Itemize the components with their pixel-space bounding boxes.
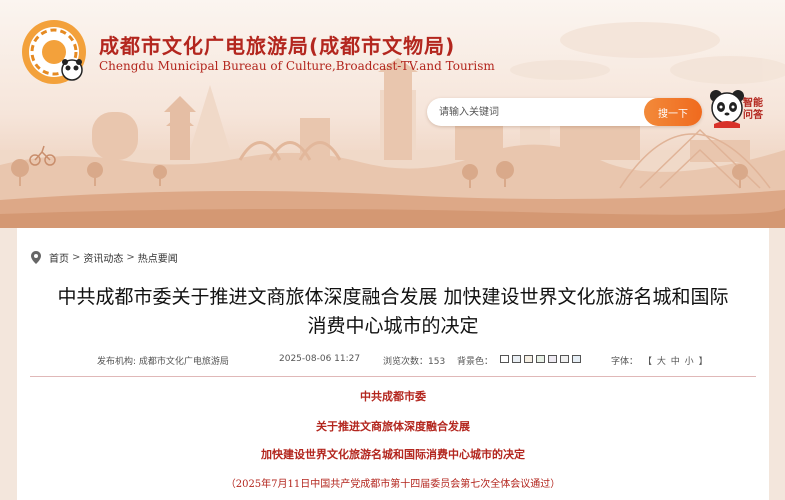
- bg-swatch[interactable]: [524, 355, 533, 363]
- breadcrumb-separator: >: [72, 251, 81, 263]
- bg-swatch[interactable]: [536, 355, 545, 363]
- font-size-control: 【 大 中 小 】: [642, 354, 709, 367]
- breadcrumb-news[interactable]: 资讯动态: [83, 250, 123, 265]
- body-heading-decision: 加快建设世界文化旅游名城和国际消费中心城市的决定: [261, 448, 525, 461]
- body-heading-topic: 关于推进文商旅体深度融合发展: [316, 420, 470, 433]
- article-panel: 首页 > 资讯动态 > 热点要闻 中共成都市委关于推进文商旅体深度融合发展 加快…: [17, 228, 769, 500]
- bg-swatch[interactable]: [560, 355, 569, 363]
- article-title: 中共成都市委关于推进文商旅体深度融合发展 加快建设世界文化旅游名城和国际消费中心…: [57, 286, 729, 337]
- search-button[interactable]: 搜一下: [644, 98, 702, 126]
- font-small-button[interactable]: 小: [685, 357, 694, 367]
- header-banner: 成都市文化广电旅游局(成都市文物局) Chengdu Municipal Bur…: [0, 0, 785, 228]
- publish-date: 2025-08-06 11:27: [279, 354, 361, 364]
- font-medium-button[interactable]: 中: [671, 357, 680, 367]
- breadcrumb-separator: >: [126, 251, 135, 263]
- bg-color-swatches: [500, 355, 581, 363]
- meta-divider: [30, 376, 756, 377]
- font-size-label: 字体：: [611, 357, 639, 367]
- publisher: 发布机构: 成都市文化广电旅游局: [97, 357, 229, 367]
- breadcrumb: 首页 > 资讯动态 > 热点要闻: [31, 250, 178, 265]
- bg-swatch[interactable]: [548, 355, 557, 363]
- article-meta: 发布机构: 成都市文化广电旅游局 2025-08-06 11:27 浏览次数：1…: [17, 352, 769, 368]
- bureau-logo: [22, 20, 86, 84]
- bg-swatch[interactable]: [572, 355, 581, 363]
- font-large-button[interactable]: 大: [657, 357, 666, 367]
- bg-color-label: 背景色：: [457, 357, 494, 367]
- font-bracket-open: 【: [643, 357, 653, 367]
- site-title: 成都市文化广电旅游局(成都市文物局): [99, 34, 456, 58]
- search-box: 搜一下: [427, 98, 702, 126]
- smart-qa-label: 智能问答: [743, 98, 763, 121]
- search-input[interactable]: [439, 102, 639, 122]
- body-heading-committee: 中共成都市委: [360, 390, 426, 403]
- site-subtitle: Chengdu Municipal Bureau of Culture,Broa…: [99, 59, 495, 73]
- body-adoption-note: （2025年7月11日中国共产党成都市第十四届委员会第七次全体会议通过）: [225, 479, 561, 490]
- breadcrumb-hot-news[interactable]: 热点要闻: [138, 250, 178, 265]
- breadcrumb-home[interactable]: 首页: [49, 250, 69, 265]
- location-pin-icon: [31, 250, 41, 264]
- bg-swatch[interactable]: [500, 355, 509, 363]
- bg-swatch[interactable]: [512, 355, 521, 363]
- smart-qa-button[interactable]: 智能问答: [708, 88, 774, 130]
- view-count: 浏览次数：153: [383, 357, 446, 367]
- font-bracket-close: 】: [698, 357, 708, 367]
